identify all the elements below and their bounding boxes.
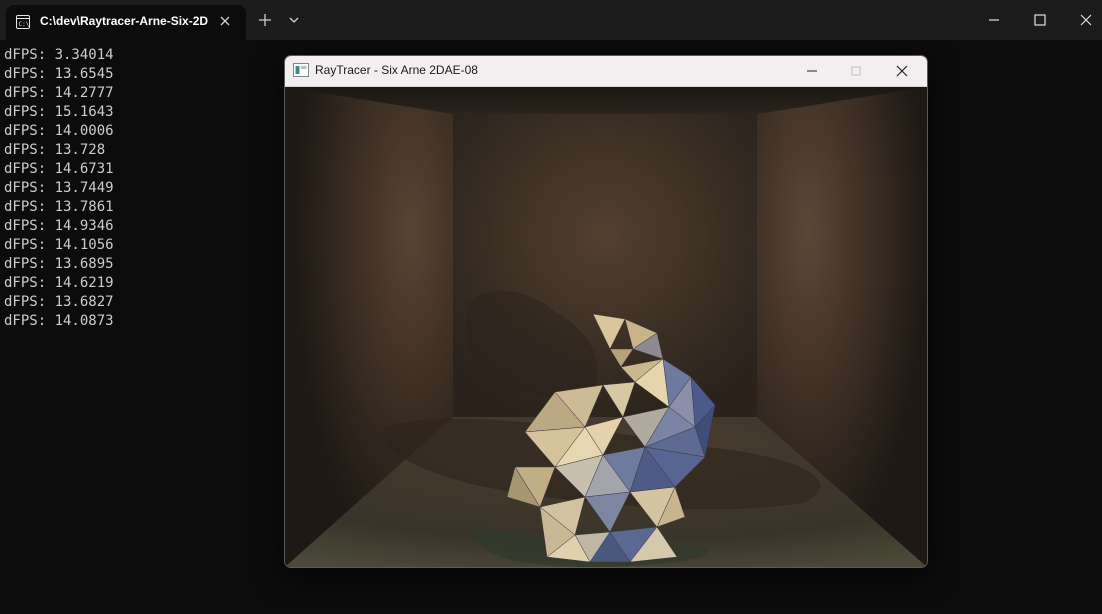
minimize-icon[interactable]	[984, 10, 1004, 30]
console-line: dFPS: 14.1056	[4, 237, 114, 253]
console-line: dFPS: 14.6731	[4, 161, 114, 177]
close-icon[interactable]	[218, 14, 232, 28]
console-output: dFPS: 3.34014 dFPS: 13.6545 dFPS: 14.277…	[4, 46, 114, 331]
minimize-icon[interactable]	[802, 61, 822, 81]
console-line: dFPS: 14.6219	[4, 275, 114, 291]
console-line: dFPS: 13.7861	[4, 199, 114, 215]
console-line: dFPS: 13.6545	[4, 66, 114, 82]
console-line: dFPS: 14.0873	[4, 313, 114, 329]
render-viewport	[285, 87, 927, 567]
app-window-icon	[293, 63, 309, 77]
chevron-down-icon[interactable]	[286, 13, 302, 27]
console-line: dFPS: 13.6895	[4, 256, 114, 272]
console-line: dFPS: 3.34014	[4, 47, 114, 63]
console-line: dFPS: 14.2777	[4, 85, 114, 101]
console-line: dFPS: 13.7449	[4, 180, 114, 196]
raytracer-window[interactable]: RayTracer - Six Arne 2DAE-08	[284, 55, 928, 568]
plus-icon[interactable]	[256, 11, 274, 29]
terminal-tab-strip: C:\ C:\dev\Raytracer-Arne-Six-2DAE-08	[0, 0, 1102, 40]
console-line: dFPS: 15.1643	[4, 104, 114, 120]
tab-title: C:\dev\Raytracer-Arne-Six-2DAE-08	[40, 14, 208, 28]
console-line: dFPS: 13.728	[4, 142, 106, 158]
svg-text:C:\: C:\	[19, 21, 30, 28]
console-line: dFPS: 14.0006	[4, 123, 114, 139]
console-line: dFPS: 14.9346	[4, 218, 114, 234]
raytracer-titlebar[interactable]: RayTracer - Six Arne 2DAE-08	[285, 56, 927, 87]
close-icon[interactable]	[1076, 10, 1096, 30]
close-icon[interactable]	[892, 61, 912, 81]
maximize-icon	[851, 66, 861, 76]
maximize-icon[interactable]	[1030, 10, 1050, 30]
console-line: dFPS: 13.6827	[4, 294, 114, 310]
terminal-app-icon: C:\	[16, 15, 30, 29]
terminal-tab[interactable]: C:\ C:\dev\Raytracer-Arne-Six-2DAE-08	[6, 5, 246, 40]
window-title: RayTracer - Six Arne 2DAE-08	[315, 63, 478, 77]
